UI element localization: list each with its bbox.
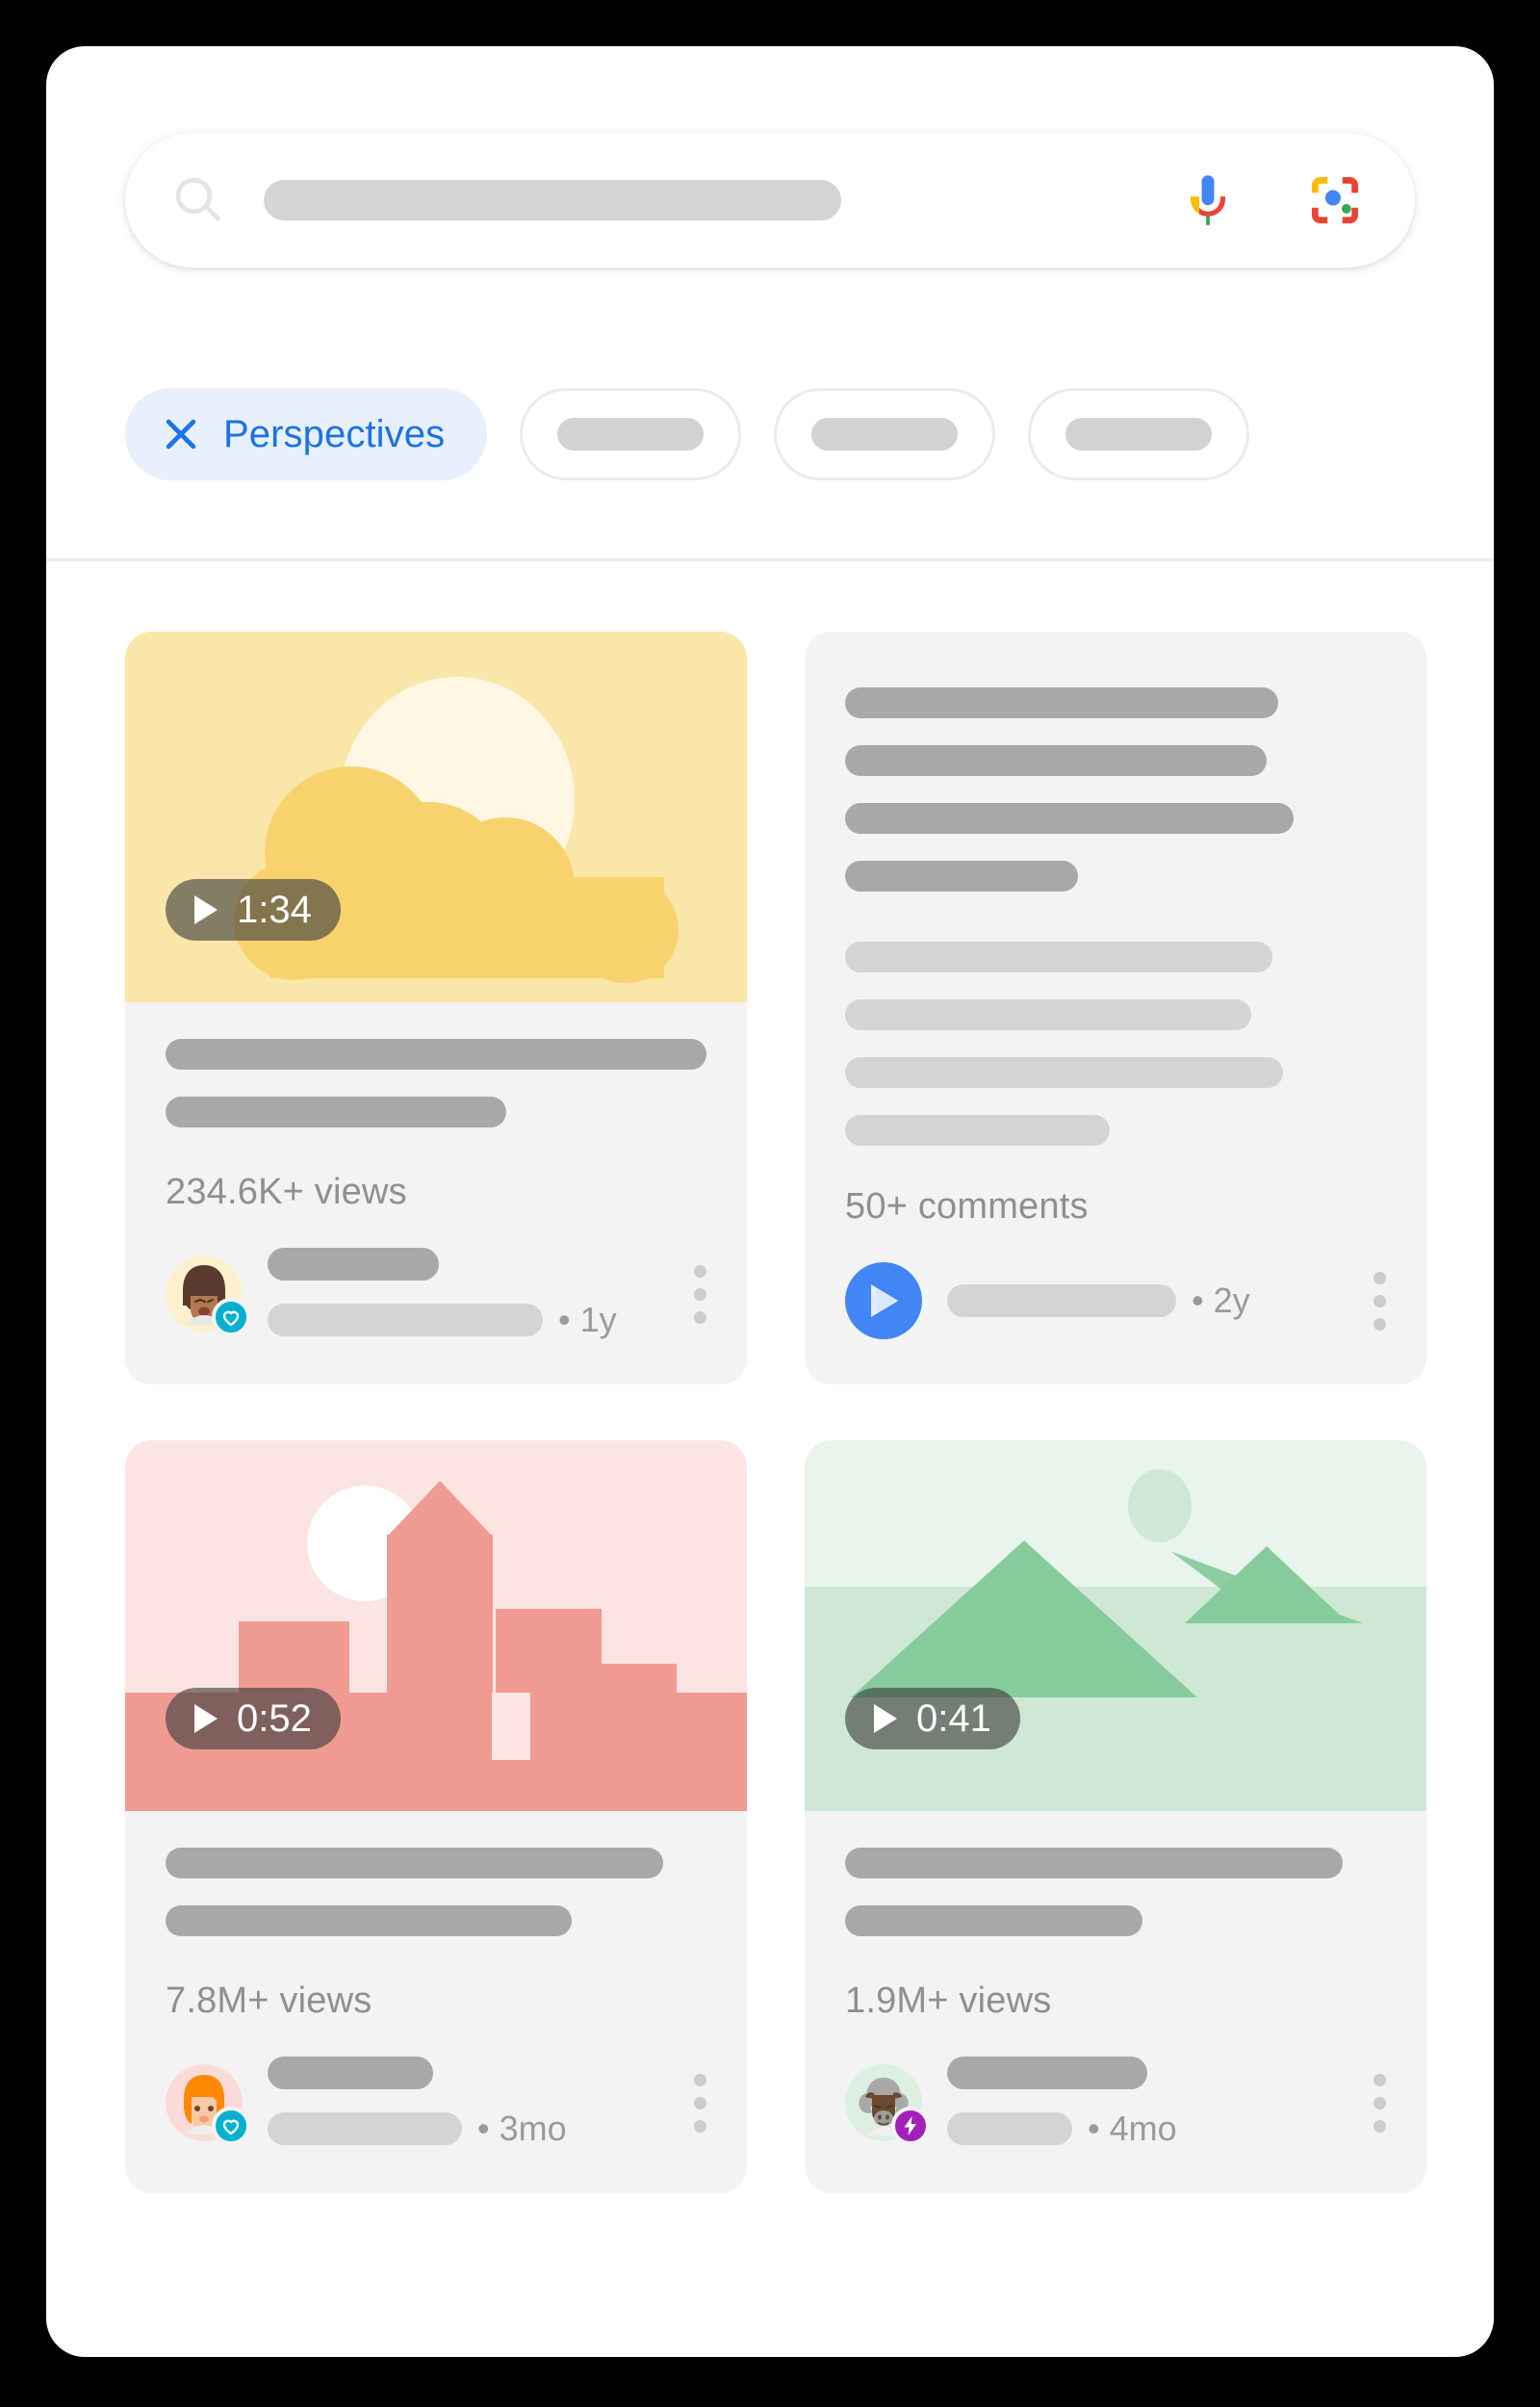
- snippet-line: [845, 999, 1251, 1030]
- video-duration-badge: 0:52: [166, 1688, 341, 1749]
- more-options-icon[interactable]: [686, 1264, 706, 1324]
- author-handle-placeholder: [268, 1304, 543, 1336]
- more-options-icon[interactable]: [1366, 1271, 1386, 1331]
- google-lens-icon[interactable]: [1305, 170, 1365, 230]
- bolt-badge-icon: [891, 2107, 930, 2145]
- video-duration-text: 0:41: [916, 1696, 991, 1740]
- heart-badge-icon: [212, 1298, 250, 1336]
- card-title-placeholder: [125, 1002, 747, 1127]
- result-card-video[interactable]: 0:52 7.8M+ views • 3mo: [125, 1440, 747, 2193]
- video-thumbnail[interactable]: 0:52: [125, 1440, 747, 1811]
- close-icon[interactable]: [160, 413, 202, 455]
- avatar[interactable]: [845, 2064, 930, 2145]
- video-duration-text: 1:34: [237, 888, 312, 931]
- filter-chip-placeholder: [557, 418, 705, 451]
- source-name-placeholder: [947, 1284, 1176, 1317]
- search-bar[interactable]: [125, 133, 1415, 268]
- card-title-placeholder: [805, 1811, 1426, 1936]
- author-name-placeholder: [268, 2057, 433, 2089]
- title-line: [166, 1905, 572, 1936]
- app-panel: Perspectives 1:34 234.6K+ views • 1y 50+…: [46, 46, 1494, 2357]
- google-play-source-icon[interactable]: [845, 1262, 922, 1339]
- header-divider: [46, 558, 1494, 561]
- title-line: [845, 687, 1278, 718]
- view-count: 234.6K+ views: [166, 1172, 407, 1212]
- title-line: [845, 745, 1268, 776]
- video-duration-text: 0:52: [237, 1696, 312, 1740]
- title-line: [845, 803, 1295, 834]
- filter-chip-perspectives[interactable]: Perspectives: [125, 388, 488, 480]
- card-title-placeholder: [125, 1811, 747, 1936]
- card-footer: • 3mo: [125, 2022, 747, 2193]
- filter-chip-2[interactable]: [520, 388, 742, 480]
- video-duration-badge: 1:34: [166, 879, 341, 941]
- filter-chip-3[interactable]: [774, 388, 996, 480]
- snippet-line: [845, 942, 1272, 972]
- title-line: [845, 861, 1078, 892]
- snippet-line: [845, 1115, 1111, 1146]
- card-title-placeholder: [805, 632, 1426, 1146]
- video-thumbnail[interactable]: 0:41: [805, 1440, 1426, 1811]
- more-options-icon[interactable]: [686, 2073, 706, 2133]
- search-actions: [1178, 170, 1365, 230]
- card-footer: • 4mo: [805, 2022, 1426, 2193]
- author-handle-placeholder: [268, 2112, 462, 2145]
- video-duration-badge: 0:41: [845, 1688, 1020, 1749]
- search-icon: [171, 173, 225, 227]
- results-grid: 1:34 234.6K+ views • 1y 50+ comments • 2…: [46, 585, 1494, 2239]
- filter-chip-row[interactable]: Perspectives: [125, 388, 1250, 480]
- title-line: [166, 1097, 507, 1127]
- time-ago: • 2y: [1192, 1281, 1250, 1320]
- play-icon: [194, 895, 218, 924]
- comment-count: 50+ comments: [845, 1186, 1089, 1227]
- avatar[interactable]: [166, 1255, 250, 1336]
- time-ago: • 1y: [558, 1300, 617, 1339]
- microphone-icon[interactable]: [1178, 170, 1238, 230]
- author-name-placeholder: [268, 1248, 439, 1281]
- heart-badge-icon: [212, 2107, 250, 2145]
- time-ago: • 3mo: [477, 2109, 567, 2148]
- title-line: [845, 1905, 1143, 1936]
- avatar[interactable]: [166, 2064, 250, 2145]
- author-name-placeholder: [947, 2057, 1147, 2089]
- title-line: [166, 1039, 706, 1070]
- view-count: 7.8M+ views: [166, 1980, 372, 2021]
- search-bar-container: [125, 133, 1415, 268]
- author-handle-placeholder: [947, 2112, 1072, 2145]
- title-line: [845, 1848, 1344, 1878]
- author-block: • 3mo: [268, 2057, 661, 2149]
- sun-and-clouds-illustration: [125, 632, 747, 1002]
- filter-chip-placeholder: [1065, 418, 1213, 451]
- author-block: • 4mo: [947, 2057, 1341, 2149]
- time-ago: • 4mo: [1088, 2109, 1177, 2148]
- view-count: 1.9M+ views: [845, 1980, 1052, 2021]
- mountains-illustration: [805, 1440, 1426, 1811]
- play-icon: [874, 1704, 897, 1733]
- play-icon: [194, 1704, 218, 1733]
- search-input[interactable]: [264, 180, 841, 220]
- title-line: [166, 1848, 664, 1878]
- more-options-icon[interactable]: [1366, 2073, 1386, 2133]
- card-footer: • 2y: [805, 1228, 1426, 1384]
- filter-chip-placeholder: [811, 418, 959, 451]
- city-skyline-illustration: [125, 1440, 747, 1811]
- card-footer: • 1y: [125, 1213, 747, 1385]
- filter-chip-label: Perspectives: [223, 412, 446, 455]
- author-block: • 1y: [268, 1248, 661, 1340]
- snippet-line: [845, 1057, 1284, 1088]
- result-card-video[interactable]: 0:41 1.9M+ views • 4mo: [805, 1440, 1426, 2193]
- video-thumbnail[interactable]: 1:34: [125, 632, 747, 1002]
- result-card-discussion[interactable]: 50+ comments • 2y: [805, 632, 1426, 1385]
- author-block: • 2y: [947, 1281, 1341, 1321]
- result-card-video[interactable]: 1:34 234.6K+ views • 1y: [125, 632, 747, 1385]
- filter-chip-4[interactable]: [1028, 388, 1250, 480]
